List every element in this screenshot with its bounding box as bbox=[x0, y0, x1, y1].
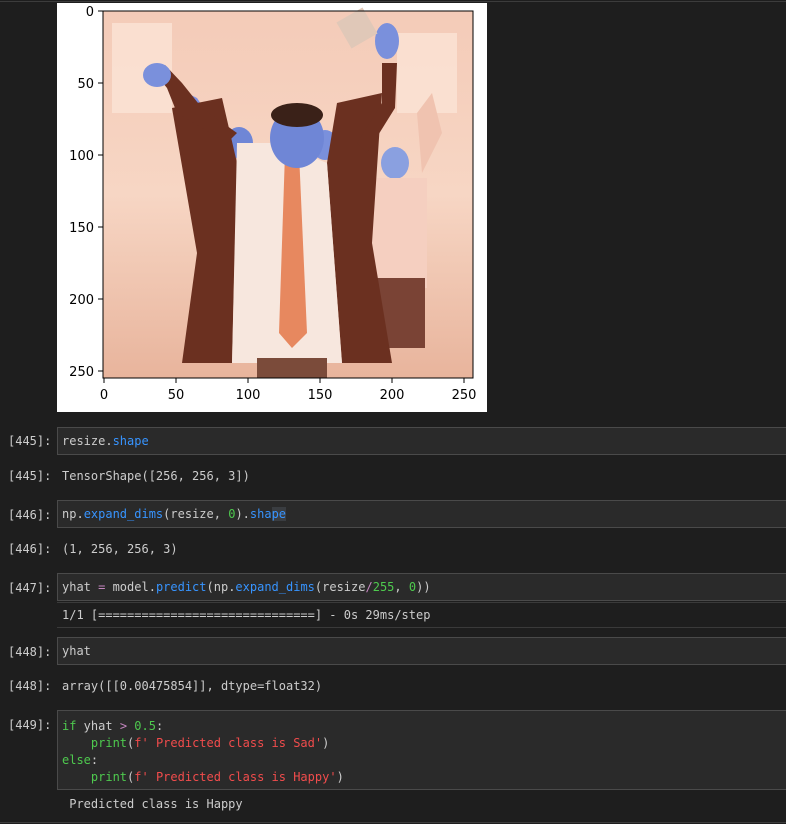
y-tick-label: 250 bbox=[69, 365, 94, 380]
code-line: print(f' Predicted class is Sad') bbox=[62, 735, 782, 752]
top-divider bbox=[0, 1, 786, 2]
code-token: (resize, bbox=[163, 507, 229, 521]
bottom-divider bbox=[0, 822, 786, 823]
cell-448-input-prompt: [448]: bbox=[8, 645, 52, 659]
progress-log: 1/1 [==============================] - 0… bbox=[62, 608, 431, 622]
y-tick-label: 150 bbox=[69, 221, 94, 236]
code-line: if yhat > 0.5: bbox=[62, 718, 782, 735]
y-tick-label: 0 bbox=[86, 5, 94, 20]
cell-448-code-editor[interactable]: yhat bbox=[57, 637, 786, 665]
y-axis: 0 50 100 150 200 250 bbox=[69, 5, 103, 380]
code-token: ). bbox=[235, 507, 250, 521]
cell-449-input-prompt: [449]: bbox=[8, 718, 52, 732]
code-token: : bbox=[155, 719, 164, 733]
cell-445-output-prompt: [445]: bbox=[8, 469, 52, 483]
cell-448-output: array([[0.00475854]], dtype=float32) bbox=[62, 679, 323, 693]
cell-446-input-prompt: [446]: bbox=[8, 508, 52, 522]
code-token: print bbox=[90, 736, 128, 750]
y-tick-label: 50 bbox=[77, 77, 94, 92]
x-tick-label: 200 bbox=[380, 388, 405, 403]
code-token: 255 bbox=[372, 580, 395, 594]
cell-446-code-editor[interactable]: np.expand_dims(resize, 0).shape bbox=[57, 500, 786, 528]
cell-447-stream-output: 1/1 [==============================] - 0… bbox=[57, 602, 786, 628]
code-token: : bbox=[90, 753, 99, 767]
cell-449-code-editor[interactable]: if yhat > 0.5: print(f' Predicted class … bbox=[57, 710, 786, 790]
cell-447-code-editor[interactable]: yhat = model.predict(np.expand_dims(resi… bbox=[57, 573, 786, 601]
code-token: sha bbox=[249, 507, 272, 521]
x-tick-label: 0 bbox=[100, 388, 108, 403]
code-token: ) bbox=[322, 736, 330, 750]
code-token: ) bbox=[336, 770, 344, 784]
code-token: print bbox=[90, 770, 128, 784]
y-tick-label: 100 bbox=[69, 149, 94, 164]
code-token: expand_dims bbox=[235, 580, 315, 594]
y-tick-label: 200 bbox=[69, 293, 94, 308]
x-tick-label: 50 bbox=[168, 388, 185, 403]
code-token: f' Predicted class is Sad' bbox=[134, 736, 323, 750]
cell-445-code-editor[interactable]: resize.shape bbox=[57, 427, 786, 455]
code-token: shape bbox=[112, 434, 149, 448]
cell-446-output: (1, 256, 256, 3) bbox=[62, 542, 178, 556]
code-token: (resize bbox=[314, 580, 366, 594]
code-token: yhat bbox=[62, 580, 99, 594]
code-token: , bbox=[394, 580, 409, 594]
code-token: model. bbox=[105, 580, 156, 594]
code-selection: pe bbox=[271, 507, 287, 521]
code-token: expand_dims bbox=[83, 507, 164, 521]
code-token: predict bbox=[155, 580, 207, 594]
code-token: yhat bbox=[62, 644, 91, 658]
cell-449-output: Predicted class is Happy bbox=[62, 797, 243, 811]
code-token: resize. bbox=[62, 434, 113, 448]
cell-448-output-prompt: [448]: bbox=[8, 679, 52, 693]
x-tick-label: 250 bbox=[452, 388, 477, 403]
code-line: else: bbox=[62, 752, 782, 769]
code-token: else bbox=[62, 753, 91, 767]
image-plot-output: 0 50 100 150 200 250 0 50 100 150 200 25… bbox=[57, 3, 487, 412]
cell-445-output: TensorShape([256, 256, 3]) bbox=[62, 469, 250, 483]
cell-447-input-prompt: [447]: bbox=[8, 581, 52, 595]
code-line: print(f' Predicted class is Happy') bbox=[62, 769, 782, 786]
code-token: yhat bbox=[76, 719, 120, 733]
code-token: 0 bbox=[408, 580, 417, 594]
plot-canvas: 0 50 100 150 200 250 0 50 100 150 200 25… bbox=[69, 5, 477, 403]
cell-445-input-prompt: [445]: bbox=[8, 434, 52, 448]
code-token: if bbox=[62, 719, 77, 733]
cell-446-output-prompt: [446]: bbox=[8, 542, 52, 556]
x-tick-label: 100 bbox=[236, 388, 261, 403]
x-axis: 0 50 100 150 200 250 bbox=[100, 378, 477, 403]
code-token: f' Predicted class is Happy' bbox=[134, 770, 337, 784]
code-token: np. bbox=[62, 507, 84, 521]
code-token: 0.5 bbox=[134, 719, 156, 733]
code-token: (np. bbox=[206, 580, 236, 594]
code-token: > bbox=[119, 719, 128, 733]
code-token: / bbox=[365, 580, 373, 594]
photo-image-icon bbox=[103, 7, 473, 378]
code-token: )) bbox=[416, 580, 431, 594]
x-tick-label: 150 bbox=[308, 388, 333, 403]
